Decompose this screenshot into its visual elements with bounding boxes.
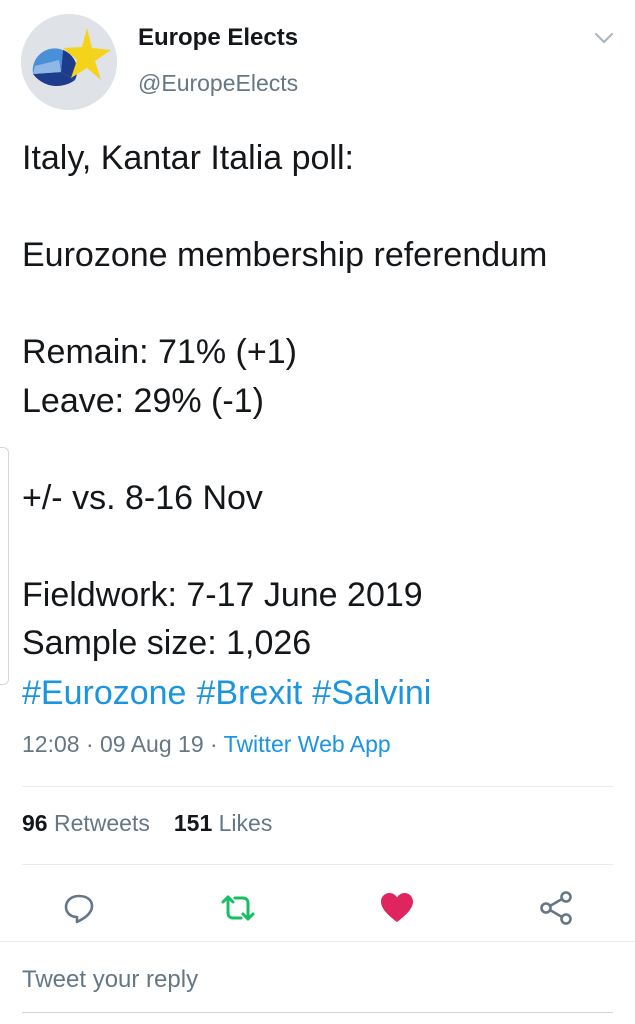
- retweet-icon: [221, 895, 255, 921]
- divider: [22, 864, 613, 865]
- tweet-line: Leave: 29% (-1): [22, 381, 264, 420]
- tweet-source[interactable]: Twitter Web App: [224, 731, 391, 757]
- likes-label: Likes: [218, 810, 273, 836]
- like-button[interactable]: [377, 888, 417, 928]
- europe-elects-logo: [21, 14, 117, 110]
- author-name[interactable]: Europe Elects: [138, 24, 298, 52]
- author-handle[interactable]: @EuropeElects: [138, 70, 298, 97]
- tweet-date[interactable]: 09 Aug 19: [100, 731, 204, 757]
- hashtag-eurozone[interactable]: #Eurozone: [22, 674, 186, 712]
- tweet-meta: 12:08 · 09 Aug 19 · Twitter Web App: [22, 731, 391, 758]
- retweets-stat[interactable]: 96 Retweets: [22, 810, 150, 836]
- hashtag-brexit[interactable]: #Brexit: [196, 674, 302, 712]
- likes-stat[interactable]: 151 Likes: [174, 810, 272, 836]
- divider: [22, 786, 613, 787]
- reply-input-underline: [22, 1012, 613, 1013]
- likes-count: 151: [173, 810, 213, 836]
- tweet-line: Italy, Kantar Italia poll:: [22, 139, 354, 177]
- reply-button[interactable]: [59, 888, 99, 928]
- heart-icon: [381, 893, 413, 922]
- divider: [0, 941, 635, 942]
- chevron-down-icon[interactable]: [592, 28, 616, 48]
- hashtag-salvini[interactable]: #Salvini: [312, 674, 431, 712]
- tweet-time[interactable]: 12:08: [22, 731, 80, 757]
- tweet-line: Eurozone membership referendum: [22, 236, 548, 274]
- side-edge-tab: [0, 447, 9, 685]
- tweet-line: Fieldwork: 7-17 June 2019: [22, 575, 423, 614]
- retweet-button[interactable]: [218, 888, 258, 928]
- reply-input[interactable]: Tweet your reply: [22, 966, 198, 994]
- share-button[interactable]: [536, 888, 576, 928]
- meta-separator: ·: [85, 731, 94, 757]
- tweet-line: Sample size: 1,026: [22, 624, 312, 662]
- retweets-label: Retweets: [53, 810, 150, 836]
- tweet-line: +/- vs. 8-16 Nov: [22, 478, 263, 517]
- speech-bubble-icon: [64, 894, 94, 924]
- tweet-line: Remain: 71% (+1): [22, 333, 297, 371]
- avatar[interactable]: [21, 14, 117, 110]
- meta-separator: ·: [210, 731, 218, 757]
- share-icon: [540, 891, 572, 925]
- tweet-text: Italy, Kantar Italia poll: Eurozone memb…: [22, 134, 622, 668]
- tweet-stats: 96 Retweets 151 Likes: [22, 810, 272, 837]
- hashtags: #Eurozone #Brexit #Salvini: [22, 668, 441, 718]
- retweets-count: 96: [22, 810, 48, 836]
